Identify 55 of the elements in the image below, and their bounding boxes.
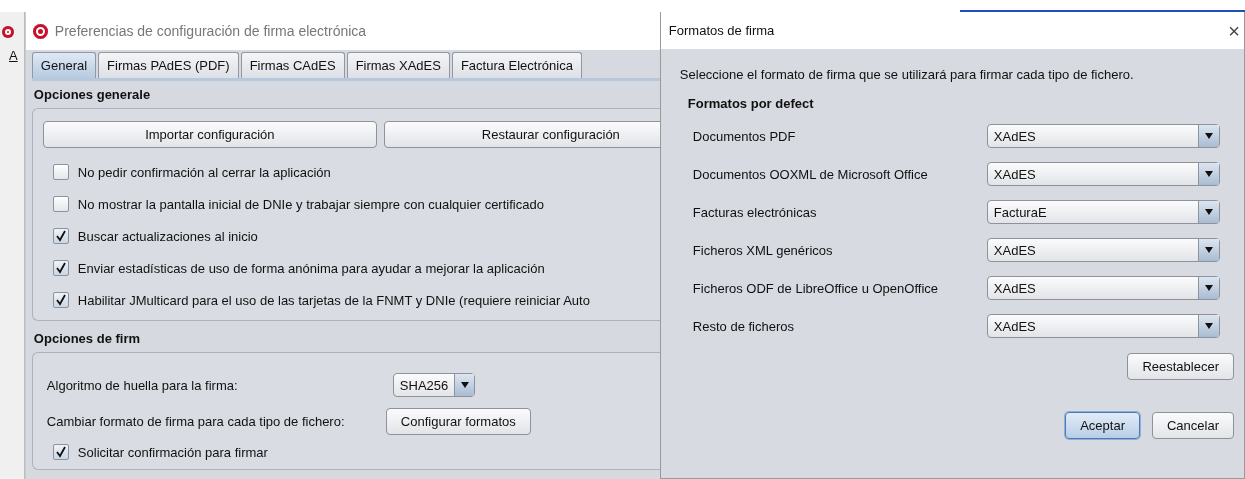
configure-formats-button[interactable]: Configurar formatos [385,407,531,435]
checkbox[interactable] [52,292,69,308]
dialog-title: Formatos de firma [668,23,775,38]
dropdown-arrow-icon [1204,209,1213,215]
section-heading: Opciones de firm [32,330,142,348]
tab[interactable]: Firmas CAdES [240,52,345,78]
algorithm-dropdown[interactable]: SHA256 [392,373,475,397]
checkbox[interactable] [52,228,69,244]
format-label: Documentos OOXML de Microsoft Office [692,166,929,182]
section-heading: Formatos por defect [686,96,815,111]
dropdown-arrow-icon [1204,171,1213,177]
dropdown-arrow-icon [1204,133,1213,139]
checkbox-label: Solicitar confirmación para firmar [77,444,268,460]
format-label: Resto de ficheros [692,318,795,334]
checkbox-label: Enviar estadísticas de uso de forma anónima para ayudar a mejorar la aplicación [77,260,545,276]
config-button[interactable]: Importar configuración [42,121,377,148]
format-label: Documentos PDF [692,128,797,144]
dropdown-arrow-icon [460,382,469,388]
instruction-text: Seleccione el formato de firma que se utilizará para firmar cada tipo de fichero. [679,67,1135,82]
config-button[interactable]: Restaurar configuración [383,121,660,148]
checkbox-label: Buscar actualizaciones al inicio [77,228,258,244]
format-dropdown[interactable]: XAdES [986,314,1220,338]
checkbox[interactable] [52,260,69,276]
checkbox[interactable] [52,164,69,180]
tab[interactable]: General [31,52,97,78]
app-logo-icon [32,23,48,39]
format-dropdown[interactable]: XAdES [986,162,1220,186]
format-label: Facturas electrónicas [692,204,818,220]
format-label: Ficheros ODF de LibreOffice u OpenOffice [692,280,940,296]
dialog-button[interactable]: Cancelar [1151,412,1234,439]
menu-item[interactable]: A [0,48,18,63]
dropdown-arrow-icon [1204,247,1213,253]
format-dropdown[interactable]: FacturaE [986,200,1220,224]
dropdown-arrow-icon [1204,285,1213,291]
checkbox[interactable] [52,196,69,212]
field-label: Algoritmo de huella para la firma: [46,377,239,393]
close-button[interactable]: × [1224,20,1244,41]
tab[interactable]: Firmas PAdES (PDF) [98,52,239,78]
checkbox-label: No mostrar la pantalla inicial de DNIe y trabajar siempre con cualquier certificado [77,196,544,212]
dialog-button[interactable]: Aceptar [1065,412,1140,439]
tab[interactable]: Factura Electrónica [451,52,582,78]
checkbox-label: Habilitar JMulticard para el uso de las tarjetas de la FNMT y DNIe (requiere reiniciar Auto [77,292,590,308]
format-label: Ficheros XML genéricos [692,242,834,258]
format-dropdown[interactable]: XAdES [986,124,1220,148]
checkbox[interactable] [52,444,69,460]
dropdown-arrow-icon [1204,323,1213,329]
checkbox-label: No pedir confirmación al cerrar la aplicación [77,164,331,180]
window-title: Preferencias de configuración de firma electrónica [54,23,367,39]
reset-button[interactable]: Reestablecer [1127,353,1234,380]
format-dropdown[interactable]: XAdES [986,238,1220,262]
section-heading: Opciones generale [32,87,152,104]
tab[interactable]: Firmas XAdES [346,52,450,78]
app-logo-icon [2,26,14,38]
format-dropdown[interactable]: XAdES [986,276,1220,300]
field-label: Cambiar formato de firma para cada tipo de fichero: [46,413,346,429]
